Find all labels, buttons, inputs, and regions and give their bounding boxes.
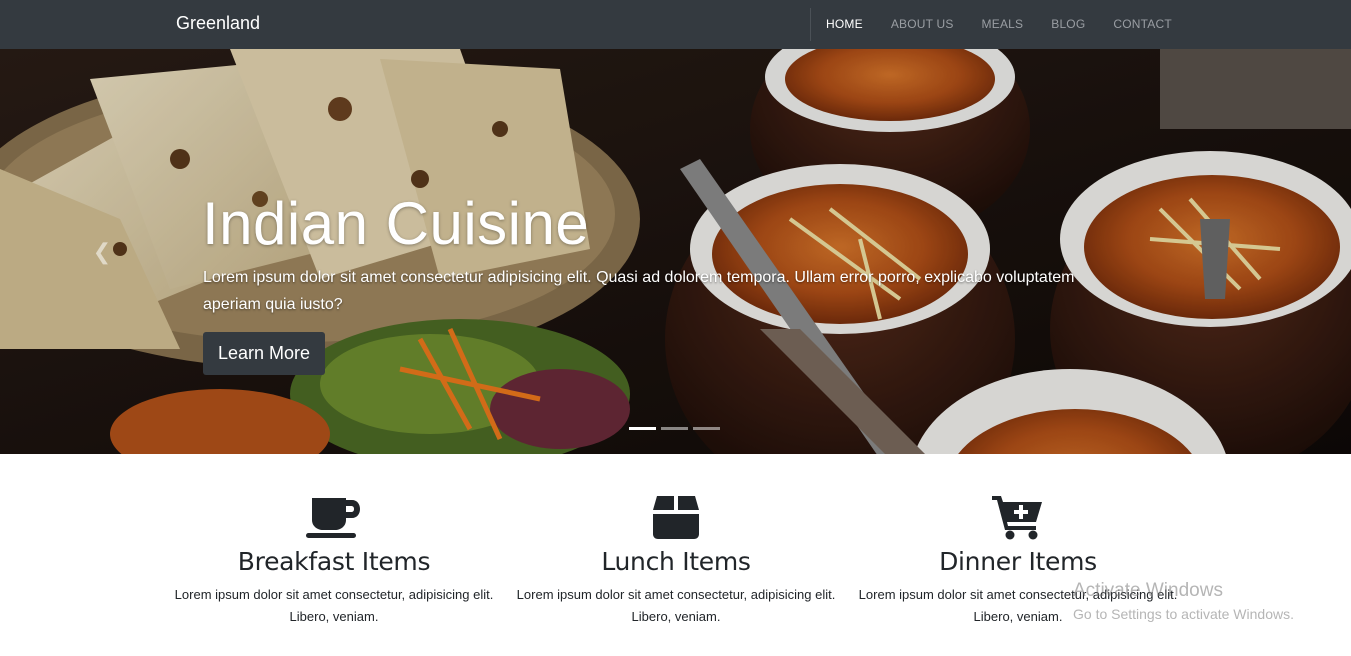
hero-description: Lorem ipsum dolor sit amet consectetur a… [203, 269, 1075, 313]
nav-divider [810, 8, 811, 41]
watermark-title: Activate Windows [1073, 580, 1223, 601]
nav-meals[interactable]: MEALS [968, 0, 1038, 49]
chevron-left-icon: ❮ [92, 239, 112, 264]
nav-links: HOME ABOUT US MEALS BLOG CONTACT [812, 0, 1186, 49]
feature-text: Lorem ipsum dolor sit amet consectetur, … [174, 587, 494, 624]
carousel-prev-control[interactable]: ❮ [92, 239, 112, 265]
feature-lunch: Lunch Items Lorem ipsum dolor sit amet c… [505, 493, 847, 628]
feature-title: Lunch Items [601, 547, 751, 576]
carousel-indicator-3[interactable] [693, 427, 720, 430]
nav-blog[interactable]: BLOG [1037, 0, 1099, 49]
nav-home[interactable]: HOME [812, 0, 877, 49]
carousel-indicator-1[interactable] [629, 427, 656, 430]
nav-contact[interactable]: CONTACT [1099, 0, 1186, 49]
carousel-indicator-2[interactable] [661, 427, 688, 430]
feature-breakfast: Breakfast Items Lorem ipsum dolor sit am… [163, 493, 505, 628]
windows-activation-watermark: Activate Windows Go to Settings to activ… [1073, 580, 1294, 622]
hero-title: Indian Cuisine [202, 190, 590, 257]
feature-title: Breakfast Items [237, 547, 431, 576]
box-icon [653, 496, 699, 539]
brand-logo[interactable]: Greenland [176, 13, 260, 34]
nav-about-us[interactable]: ABOUT US [877, 0, 968, 49]
coffee-cup-icon [306, 498, 360, 538]
carousel-indicators [629, 427, 720, 430]
navbar: Greenland HOME ABOUT US MEALS BLOG CONTA… [0, 0, 1351, 49]
feature-text: Lorem ipsum dolor sit amet consectetur, … [516, 587, 836, 624]
hero-carousel: ❮ Indian Cuisine Lorem ipsum dolor sit a… [0, 49, 1351, 454]
feature-title: Dinner Items [939, 547, 1097, 576]
watermark-subtitle: Go to Settings to activate Windows. [1073, 606, 1294, 622]
cart-plus-icon [992, 496, 1042, 540]
learn-more-button[interactable]: Learn More [203, 332, 326, 375]
